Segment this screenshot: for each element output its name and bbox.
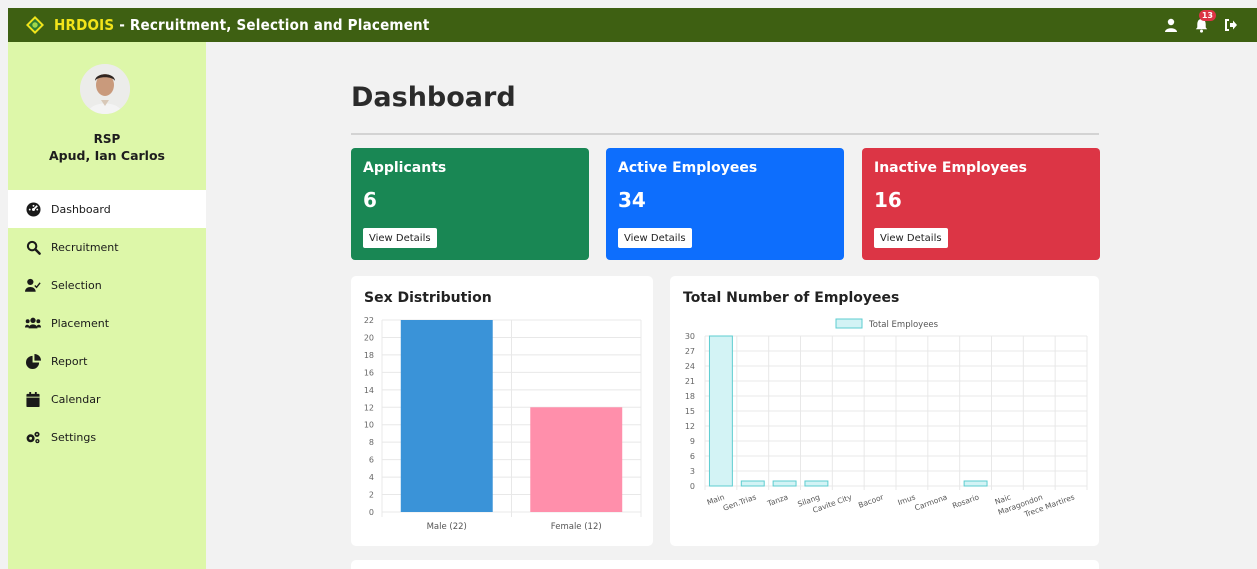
search-icon: [25, 239, 41, 255]
stat-label: Active Employees: [618, 160, 758, 176]
y-tick-label: 21: [685, 377, 695, 386]
active-employees-card: Active Employees 34 View Details: [606, 148, 844, 260]
sidebar-item-label: Calendar: [51, 392, 101, 406]
y-tick-label: 0: [690, 482, 695, 491]
user-icon[interactable]: [1163, 17, 1179, 33]
y-tick-label: 0: [369, 508, 374, 517]
sidebar-item-label: Report: [51, 354, 88, 368]
y-tick-label: 6: [369, 456, 374, 465]
bottom-card: [351, 560, 1099, 569]
bar[interactable]: [772, 480, 797, 487]
sidebar: RSP Apud, Ian Carlos Dashboard Recruitme…: [8, 42, 206, 569]
x-tick-label: Bacoor: [857, 492, 885, 510]
y-tick-label: 9: [690, 437, 695, 446]
sex-distribution-card: Sex Distribution 0 2 4 6 8 10 12 14 16 18 20 22 Male…: [351, 276, 653, 546]
x-tick-label: Gen.Trias: [722, 492, 758, 512]
sidebar-item-settings[interactable]: Settings: [8, 418, 206, 456]
x-tick-label: Tanza: [765, 492, 789, 508]
users-icon: [25, 315, 41, 331]
avatar[interactable]: [80, 64, 130, 114]
y-tick-label: 20: [364, 333, 374, 342]
stat-value: 34: [618, 188, 646, 212]
bar[interactable]: [804, 480, 829, 487]
brand-subtitle: - Recruitment, Selection and Placement: [114, 16, 430, 34]
calendar-icon: [25, 391, 41, 407]
sidebar-item-label: Placement: [51, 316, 110, 330]
sidebar-item-label: Recruitment: [51, 240, 119, 254]
user-role: RSP: [93, 132, 121, 146]
y-tick-label: 18: [685, 392, 695, 401]
sidebar-item-dashboard[interactable]: Dashboard: [8, 190, 206, 228]
gears-icon: [25, 429, 41, 445]
y-tick-label: 16: [364, 368, 374, 377]
inactive-employees-card: Inactive Employees 16 View Details: [862, 148, 1100, 260]
sidebar-item-placement[interactable]: Placement: [8, 304, 206, 342]
applicants-card: Applicants 6 View Details: [351, 148, 589, 260]
bar[interactable]: [708, 335, 733, 487]
sidebar-item-label: Settings: [51, 430, 97, 444]
bar[interactable]: [400, 320, 493, 512]
legend-swatch[interactable]: [835, 318, 863, 329]
user-name: Apud, Ian Carlos: [49, 148, 165, 163]
x-tick-label: Rosario: [951, 492, 981, 510]
stat-value: 16: [874, 188, 902, 212]
x-tick-label: Carmona: [913, 492, 948, 512]
sidebar-item-calendar[interactable]: Calendar: [8, 380, 206, 418]
view-details-button[interactable]: View Details: [618, 228, 692, 248]
page-title: Dashboard: [351, 82, 516, 113]
sidebar-item-report[interactable]: Report: [8, 342, 206, 380]
y-tick-label: 14: [364, 386, 374, 395]
y-tick-label: 18: [364, 351, 374, 360]
bell-icon[interactable]: 13: [1193, 10, 1216, 33]
stat-label: Inactive Employees: [874, 160, 1027, 176]
y-tick-label: 4: [369, 473, 374, 482]
view-details-button[interactable]: View Details: [874, 228, 948, 248]
sidebar-item-label: Dashboard: [51, 202, 111, 216]
sidebar-item-recruitment[interactable]: Recruitment: [8, 228, 206, 266]
sex-distribution-chart: 0 2 4 6 8 10 12 14 16 18 20 22 Male (22) Female (12): [364, 316, 642, 532]
y-tick-label: 12: [685, 422, 695, 431]
bar[interactable]: [963, 480, 988, 487]
y-tick-label: 27: [685, 347, 695, 356]
y-tick-label: 10: [364, 421, 374, 430]
y-tick-label: 15: [685, 407, 695, 416]
y-tick-label: 2: [369, 491, 374, 500]
total-employees-chart: Total Employees036912151821242730MainGen…: [685, 318, 1088, 519]
x-tick-label: Male (22): [427, 522, 467, 532]
logout-icon[interactable]: [1223, 17, 1239, 33]
stat-label: Applicants: [363, 160, 447, 176]
y-tick-label: 24: [685, 362, 695, 371]
pie-chart-icon: [25, 353, 41, 369]
brand-acronym: HRDOIS: [54, 16, 115, 34]
y-tick-label: 30: [685, 332, 695, 341]
title-divider: [351, 133, 1099, 135]
stat-value: 6: [363, 188, 377, 212]
y-tick-label: 6: [690, 452, 695, 461]
y-tick-label: 8: [369, 438, 374, 447]
bar[interactable]: [530, 407, 623, 512]
user-check-icon: [25, 277, 41, 293]
y-tick-label: 3: [690, 467, 695, 476]
top-navbar: HRDOIS - Recruitment, Selection and Plac…: [8, 8, 1257, 42]
notification-badge: 13: [1198, 10, 1216, 21]
view-details-button[interactable]: View Details: [363, 228, 437, 248]
x-tick-label: Female (12): [551, 522, 602, 532]
bar[interactable]: [740, 480, 765, 487]
sidebar-menu: Dashboard Recruitment Selection Placemen…: [8, 190, 206, 456]
brand-title[interactable]: HRDOIS - Recruitment, Selection and Plac…: [54, 16, 430, 34]
legend-label: Total Employees: [868, 320, 939, 330]
y-tick-label: 12: [364, 403, 374, 412]
dashboard-icon: [25, 201, 41, 217]
y-tick-label: 22: [364, 316, 374, 325]
logo-icon: [26, 16, 44, 34]
sidebar-item-selection[interactable]: Selection: [8, 266, 206, 304]
sidebar-item-label: Selection: [51, 278, 102, 292]
total-employees-card: Total Number of Employees Total Employee…: [670, 276, 1099, 546]
